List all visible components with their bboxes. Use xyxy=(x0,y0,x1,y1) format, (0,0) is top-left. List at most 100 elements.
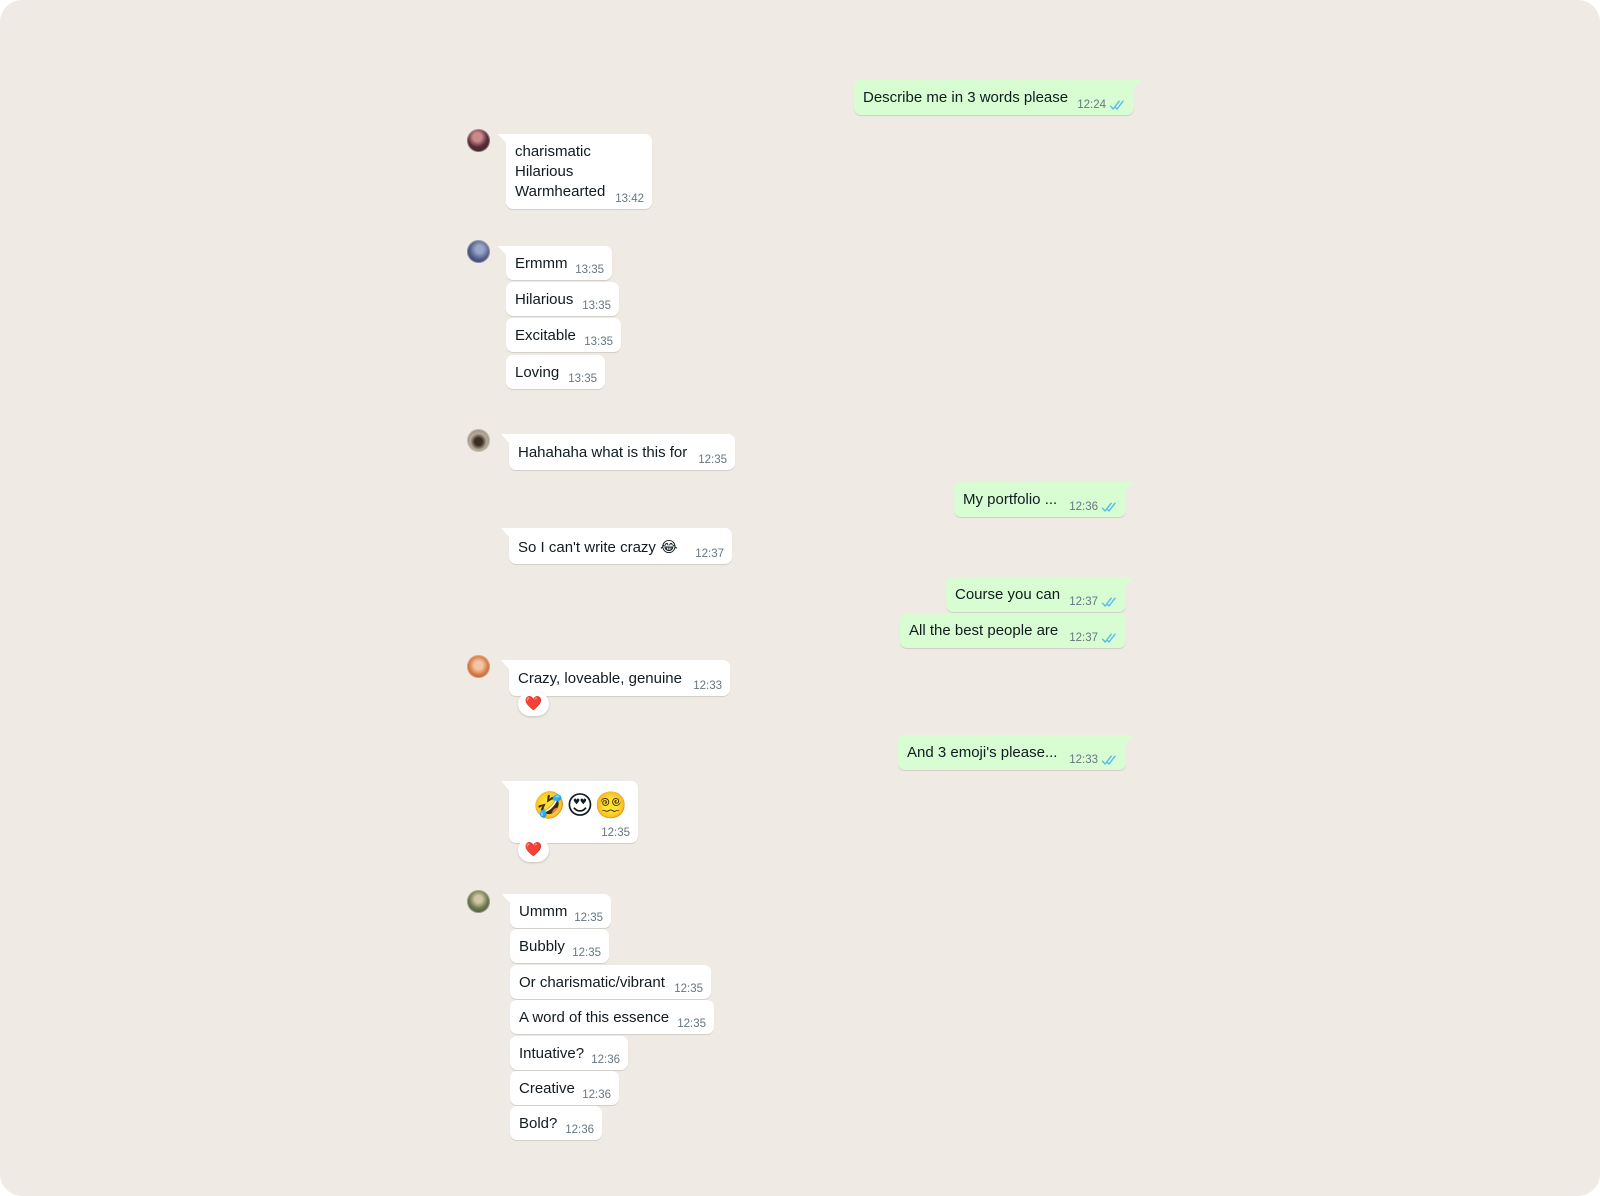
message-bubble-incoming[interactable]: Crazy, loveable, genuine 12:33 xyxy=(501,660,730,696)
message-time: 13:35 xyxy=(568,373,597,385)
message-time: 12:33 xyxy=(1069,754,1098,766)
message-bubble-incoming[interactable]: Intuative? 12:36 xyxy=(510,1036,628,1070)
message-time: 12:35 xyxy=(674,983,703,995)
message-text: And 3 emoji's please... xyxy=(907,744,1058,761)
message-bubble-outgoing[interactable]: And 3 emoji's please... 12:33 xyxy=(898,735,1134,770)
message-text: Or charismatic/vibrant xyxy=(519,974,665,991)
message-time: 13:42 xyxy=(615,193,644,205)
message-text: Describe me in 3 words please xyxy=(863,89,1069,106)
message-bubble-outgoing[interactable]: All the best people are 12:37 xyxy=(900,613,1126,648)
message-bubble-incoming[interactable]: A word of this essence 12:35 xyxy=(510,1000,714,1034)
message-line: charismatic xyxy=(515,143,591,160)
message-bubble-incoming[interactable]: Creative 12:36 xyxy=(510,1071,619,1105)
message-meta: 12:36 xyxy=(1069,500,1118,515)
message-time: 12:35 xyxy=(698,454,727,466)
message-time: 13:35 xyxy=(575,264,604,276)
message-bubble-incoming[interactable]: Ummm 12:35 xyxy=(502,894,611,928)
message-time: 12:37 xyxy=(1069,632,1098,644)
tears-of-joy-emoji-icon: 😂 xyxy=(660,538,678,556)
message-time: 12:37 xyxy=(1069,596,1098,608)
message-text: A word of this essence xyxy=(519,1009,670,1026)
message-text: Crazy, loveable, genuine xyxy=(518,670,682,687)
message-time: 13:35 xyxy=(584,336,613,348)
message-meta: 12:35 xyxy=(698,453,727,468)
message-meta: 12:37 xyxy=(1069,631,1118,646)
message-bubble-incoming[interactable]: Or charismatic/vibrant 12:35 xyxy=(510,965,711,999)
message-time: 12:37 xyxy=(695,548,724,560)
message-text: Course you can xyxy=(955,586,1061,603)
message-time: 12:35 xyxy=(574,912,603,924)
message-bubble-incoming[interactable]: Excitable 13:35 xyxy=(506,318,621,352)
message-meta: 12:35 xyxy=(601,826,630,841)
message-meta: 12:33 xyxy=(1069,753,1118,768)
heart-reaction-icon[interactable]: ❤️ xyxy=(518,838,549,862)
message-bubble-incoming[interactable]: Ermmm 13:35 xyxy=(498,246,612,280)
message-meta: 12:35 xyxy=(572,946,601,961)
message-bubble-incoming[interactable]: Hahahaha what is this for 12:35 xyxy=(501,434,735,470)
message-text: Bubbly xyxy=(519,938,565,955)
message-text: Ermmm xyxy=(515,255,568,272)
message-bubble-incoming[interactable]: So I can't write crazy 😂 12:37 xyxy=(501,528,732,564)
contact-avatar[interactable] xyxy=(467,890,490,913)
message-bubble-incoming[interactable]: Bold? 12:36 xyxy=(510,1106,602,1140)
message-text: Bold? xyxy=(519,1115,558,1132)
message-meta: 12:36 xyxy=(582,1088,611,1103)
message-bubble-outgoing[interactable]: Course you can 12:37 xyxy=(946,577,1134,612)
message-meta: 12:37 xyxy=(695,547,724,562)
message-time: 13:35 xyxy=(582,300,611,312)
message-text: Loving xyxy=(515,364,560,381)
message-meta: 13:35 xyxy=(575,263,604,278)
message-text: Ummm xyxy=(519,903,568,920)
message-time: 12:33 xyxy=(693,680,722,692)
message-meta: 12:36 xyxy=(591,1053,620,1068)
contact-avatar[interactable] xyxy=(467,129,490,152)
message-text: Creative xyxy=(519,1080,575,1097)
message-text: So I can't write crazy xyxy=(518,539,656,556)
message-time: 12:36 xyxy=(565,1124,594,1136)
message-bubble-outgoing[interactable]: My portfolio ... 12:36 xyxy=(954,482,1134,517)
message-bubble-incoming[interactable]: Loving 13:35 xyxy=(506,355,605,389)
message-text: Hahahaha what is this for xyxy=(518,444,688,461)
chat-panel: Describe me in 3 words please 12:24 char… xyxy=(0,0,1600,1196)
message-bubble-incoming[interactable]: charismatic Hilarious Warmhearted 13:42 xyxy=(498,134,652,209)
message-time: 12:35 xyxy=(572,947,601,959)
message-bubble-outgoing[interactable]: Describe me in 3 words please 12:24 xyxy=(854,80,1142,115)
contact-avatar[interactable] xyxy=(467,429,490,452)
message-time: 12:36 xyxy=(591,1054,620,1066)
message-meta: 13:35 xyxy=(582,299,611,314)
contact-avatar[interactable] xyxy=(467,240,490,263)
message-meta: 12:35 xyxy=(677,1017,706,1032)
message-text: All the best people are xyxy=(909,622,1059,639)
message-time: 12:36 xyxy=(1069,501,1098,513)
message-meta: 12:35 xyxy=(574,911,603,926)
message-meta: 12:33 xyxy=(693,679,722,694)
message-meta: 12:36 xyxy=(565,1123,594,1138)
message-meta: 13:35 xyxy=(568,372,597,387)
message-time: 12:36 xyxy=(582,1089,611,1101)
message-time: 12:35 xyxy=(601,827,630,839)
message-text: Hilarious xyxy=(515,291,574,308)
message-time: 12:35 xyxy=(677,1018,706,1030)
heart-reaction-icon[interactable]: ❤️ xyxy=(518,692,549,716)
read-receipt-double-check-icon xyxy=(1101,597,1118,608)
read-receipt-double-check-icon xyxy=(1101,633,1118,644)
message-meta: 13:35 xyxy=(584,335,613,350)
message-bubble-incoming[interactable]: Bubbly 12:35 xyxy=(510,929,609,963)
message-bubble-incoming[interactable]: Hilarious 13:35 xyxy=(506,282,619,316)
message-bubble-incoming[interactable]: 🤣😍😵‍💫 12:35 xyxy=(501,781,638,843)
read-receipt-double-check-icon xyxy=(1101,755,1118,766)
message-meta: 12:24 xyxy=(1077,98,1126,113)
message-line: Warmhearted xyxy=(515,183,606,200)
message-meta: 13:42 xyxy=(615,192,644,207)
message-time: 12:24 xyxy=(1077,99,1106,111)
read-receipt-double-check-icon xyxy=(1101,502,1118,513)
emoji-message: 🤣😍😵‍💫 xyxy=(533,791,628,821)
message-text: Excitable xyxy=(515,327,576,344)
message-meta: 12:37 xyxy=(1069,595,1118,610)
read-receipt-double-check-icon xyxy=(1109,100,1126,111)
message-meta: 12:35 xyxy=(674,982,703,997)
message-text: My portfolio ... xyxy=(963,491,1058,508)
message-line: Hilarious xyxy=(515,163,574,180)
message-text: Intuative? xyxy=(519,1045,585,1062)
contact-avatar[interactable] xyxy=(467,655,490,678)
